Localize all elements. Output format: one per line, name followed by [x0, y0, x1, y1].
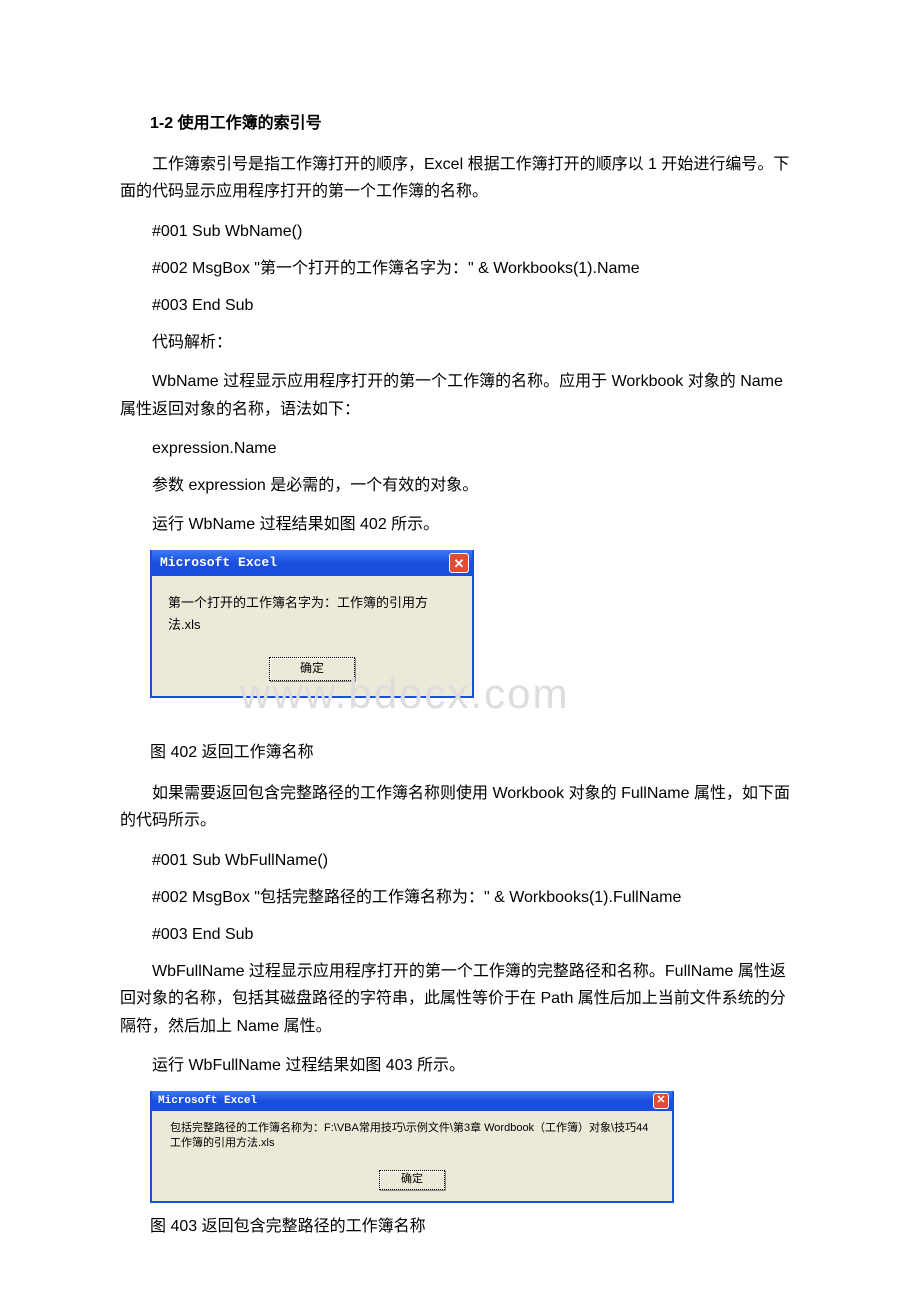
dialog-message: 包括完整路径的工作簿名称为：F:\VBA常用技巧\示例文件\第3章 Wordbo… — [166, 1121, 658, 1152]
paragraph: 参数 expression 是必需的，一个有效的对象。 — [120, 472, 800, 499]
paragraph: WbName 过程显示应用程序打开的第一个工作簿的名称。应用于 Workbook… — [120, 368, 800, 422]
dialog-titlebar: Microsoft Excel ✕ — [152, 550, 472, 576]
analysis-label: 代码解析： — [120, 329, 800, 356]
code-line: #003 End Sub — [120, 921, 800, 948]
paragraph: 运行 WbName 过程结果如图 402 所示。 — [120, 511, 800, 538]
code-line: #003 End Sub — [120, 292, 800, 319]
code-line: #002 MsgBox "包括完整路径的工作簿名称为：" & Workbooks… — [120, 884, 800, 911]
msgbox-dialog: Microsoft Excel ✕ 第一个打开的工作簿名字为：工作簿的引用方法.… — [150, 550, 474, 697]
ok-button[interactable]: 确定 — [269, 657, 355, 681]
figure-caption: 图 403 返回包含完整路径的工作簿名称 — [150, 1213, 800, 1240]
paragraph: 工作簿索引号是指工作簿打开的顺序，Excel 根据工作簿打开的顺序以 1 开始进… — [120, 151, 800, 205]
close-icon: ✕ — [656, 1095, 665, 1106]
syntax-line: expression.Name — [120, 435, 800, 462]
paragraph: WbFullName 过程显示应用程序打开的第一个工作簿的完整路径和名称。Ful… — [120, 958, 800, 1040]
ok-button[interactable]: 确定 — [379, 1170, 445, 1190]
code-line: #001 Sub WbName() — [120, 218, 800, 245]
dialog-body: 包括完整路径的工作簿名称为：F:\VBA常用技巧\示例文件\第3章 Wordbo… — [152, 1111, 672, 1201]
paragraph: 运行 WbFullName 过程结果如图 403 所示。 — [120, 1052, 800, 1079]
close-icon: ✕ — [454, 557, 465, 570]
paragraph: 如果需要返回包含完整路径的工作簿名称则使用 Workbook 对象的 FullN… — [120, 780, 800, 834]
code-line: #002 MsgBox "第一个打开的工作簿名字为：" & Workbooks(… — [120, 255, 800, 282]
msgbox-dialog-wide: Microsoft Excel ✕ 包括完整路径的工作簿名称为：F:\VBA常用… — [150, 1091, 674, 1203]
dialog-title: Microsoft Excel — [158, 1092, 653, 1111]
code-line: #001 Sub WbFullName() — [120, 847, 800, 874]
figure-caption: 图 402 返回工作簿名称 — [150, 739, 800, 766]
close-button[interactable]: ✕ — [449, 553, 469, 573]
dialog-message: 第一个打开的工作簿名字为：工作簿的引用方法.xls — [164, 592, 460, 636]
document-page: 1-2 使用工作簿的索引号 工作簿索引号是指工作簿打开的顺序，Excel 根据工… — [0, 0, 920, 1304]
section-heading: 1-2 使用工作簿的索引号 — [120, 110, 800, 137]
close-button[interactable]: ✕ — [653, 1093, 669, 1109]
dialog-titlebar: Microsoft Excel ✕ — [152, 1091, 672, 1111]
dialog-body: 第一个打开的工作簿名字为：工作簿的引用方法.xls 确定 — [152, 576, 472, 695]
dialog-title: Microsoft Excel — [160, 552, 449, 574]
